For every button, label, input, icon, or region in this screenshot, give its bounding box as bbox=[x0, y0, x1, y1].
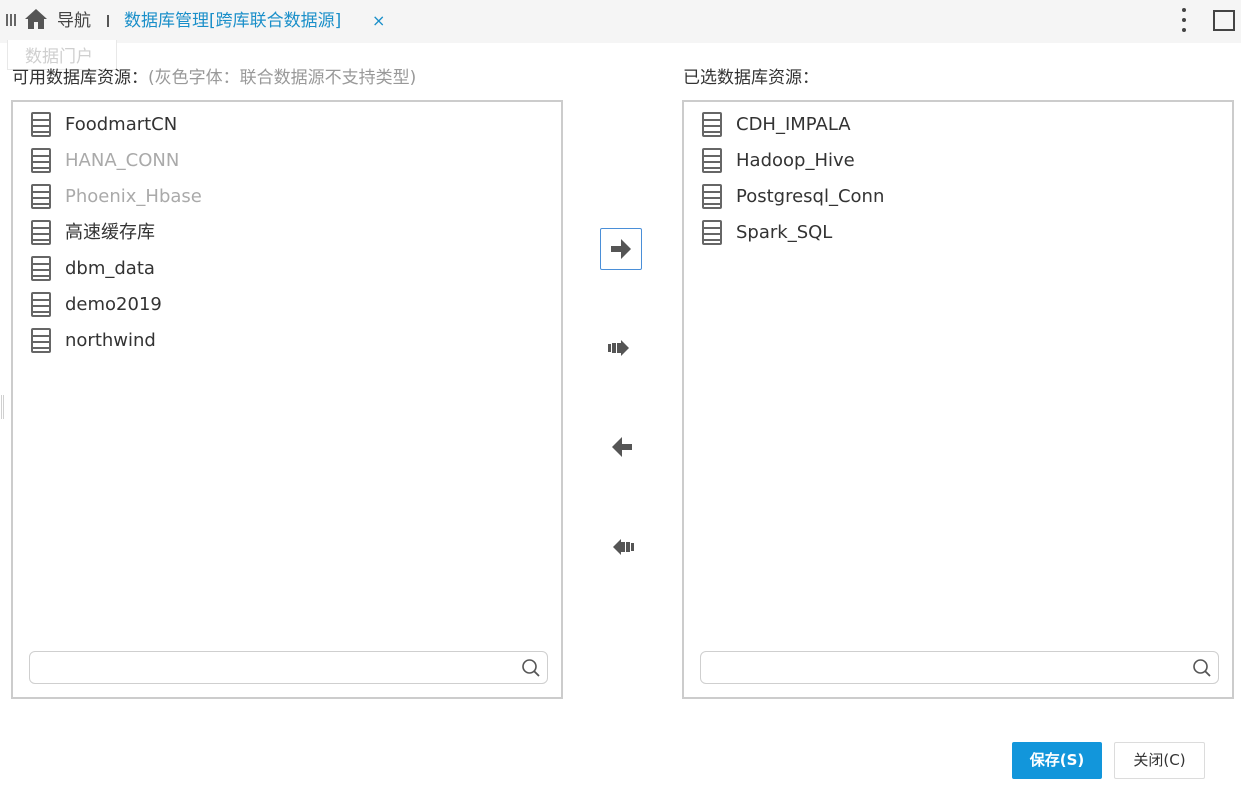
list-item[interactable]: Postgresql_Conn bbox=[684, 179, 1232, 215]
list-item-label: Postgresql_Conn bbox=[736, 186, 885, 207]
vertical-dots-icon[interactable] bbox=[1176, 7, 1192, 33]
search-icon[interactable] bbox=[1192, 658, 1212, 678]
available-label-text: 可用数据库资源： bbox=[12, 68, 148, 88]
selected-search-box bbox=[700, 651, 1219, 684]
selected-databases-list: CDH_IMPALA Hadoop_Hive Postgresql_Conn Spar… bbox=[684, 102, 1232, 251]
list-item-label: HANA_CONN bbox=[65, 150, 180, 171]
list-item-label: 高速缓存库 bbox=[65, 222, 155, 243]
selected-resources-label: 已选数据库资源： bbox=[683, 68, 819, 88]
database-icon bbox=[702, 112, 722, 137]
selected-search-input[interactable] bbox=[709, 656, 1179, 680]
list-item[interactable]: CDH_IMPALA bbox=[684, 107, 1232, 143]
database-icon bbox=[31, 328, 51, 353]
close-button[interactable]: 关闭(C) bbox=[1114, 742, 1205, 779]
arrow-left-icon bbox=[612, 437, 632, 457]
available-search-input[interactable] bbox=[38, 656, 508, 680]
list-item[interactable]: 高速缓存库 bbox=[13, 215, 561, 251]
database-icon bbox=[31, 112, 51, 137]
maximize-square-icon[interactable] bbox=[1213, 10, 1235, 31]
tab-close-icon[interactable]: × bbox=[372, 10, 385, 32]
list-item[interactable]: Spark_SQL bbox=[684, 215, 1232, 251]
list-item[interactable]: FoodmartCN bbox=[13, 107, 561, 143]
database-icon bbox=[31, 256, 51, 281]
database-icon bbox=[31, 220, 51, 245]
database-icon bbox=[702, 148, 722, 173]
move-all-right-button[interactable] bbox=[600, 327, 642, 369]
available-search-box bbox=[29, 651, 548, 684]
list-item-label: dbm_data bbox=[65, 258, 155, 279]
side-resize-handle[interactable] bbox=[1, 395, 4, 419]
list-item[interactable]: Hadoop_Hive bbox=[684, 143, 1232, 179]
save-button[interactable]: 保存(S) bbox=[1012, 742, 1102, 779]
list-item-label: demo2019 bbox=[65, 294, 162, 315]
list-item: HANA_CONN bbox=[13, 143, 561, 179]
list-item[interactable]: dbm_data bbox=[13, 251, 561, 287]
nav-link[interactable]: 导航 bbox=[57, 10, 91, 32]
ghost-tab-label: 数据门户 bbox=[25, 47, 93, 67]
top-bar: 导航 数据库管理[跨库联合数据源] × bbox=[0, 0, 1241, 43]
list-item-label: CDH_IMPALA bbox=[736, 114, 851, 135]
list-item: Phoenix_Hbase bbox=[13, 179, 561, 215]
tab-database-management[interactable]: 数据库管理[跨库联合数据源] bbox=[124, 10, 341, 32]
list-item[interactable]: northwind bbox=[13, 323, 561, 359]
list-item-label: Phoenix_Hbase bbox=[65, 186, 202, 207]
available-resources-label: 可用数据库资源：(灰色字体：联合数据源不支持类型) bbox=[12, 66, 416, 90]
double-arrow-left-icon bbox=[613, 539, 634, 555]
database-icon bbox=[702, 220, 722, 245]
list-item-label: northwind bbox=[65, 330, 156, 351]
database-icon bbox=[31, 184, 51, 209]
column-bars-icon[interactable] bbox=[6, 14, 18, 26]
unsupported-type-hint: (灰色字体：联合数据源不支持类型) bbox=[148, 68, 417, 88]
nav-divider bbox=[107, 15, 109, 27]
list-item-label: FoodmartCN bbox=[65, 114, 178, 135]
search-icon[interactable] bbox=[521, 658, 541, 678]
selected-databases-panel: CDH_IMPALA Hadoop_Hive Postgresql_Conn Spar… bbox=[682, 100, 1234, 699]
move-left-button[interactable] bbox=[600, 426, 642, 468]
move-all-left-button[interactable] bbox=[600, 526, 642, 568]
home-icon[interactable] bbox=[24, 8, 48, 30]
double-arrow-right-icon bbox=[608, 340, 629, 356]
database-icon bbox=[31, 148, 51, 173]
move-right-button[interactable] bbox=[600, 228, 642, 270]
available-databases-panel: FoodmartCN HANA_CONN Phoenix_Hbase 高速缓存库 dbm… bbox=[11, 100, 563, 699]
database-icon bbox=[702, 184, 722, 209]
available-databases-list: FoodmartCN HANA_CONN Phoenix_Hbase 高速缓存库 dbm… bbox=[13, 102, 561, 359]
list-item-label: Spark_SQL bbox=[736, 222, 833, 243]
arrow-right-icon bbox=[611, 239, 631, 259]
list-item[interactable]: demo2019 bbox=[13, 287, 561, 323]
database-icon bbox=[31, 292, 51, 317]
list-item-label: Hadoop_Hive bbox=[736, 150, 855, 171]
